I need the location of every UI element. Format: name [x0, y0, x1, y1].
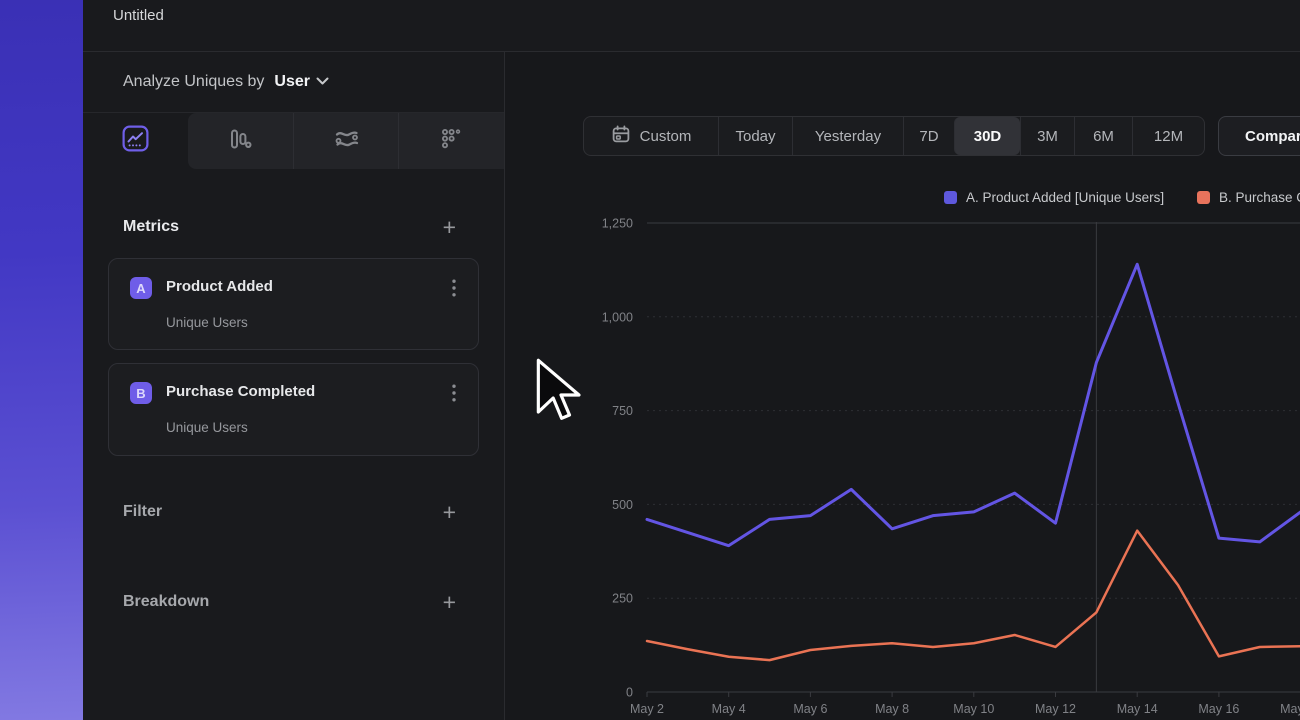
svg-text:1,250: 1,250: [602, 217, 633, 231]
add-breakdown-button[interactable]: +: [443, 592, 456, 612]
metric-badge-a: A: [130, 277, 152, 299]
sidebar: Analyze Uniques by User: [83, 52, 505, 720]
metrics-section-header: Metrics +: [83, 212, 504, 242]
kebab-menu-icon[interactable]: [444, 382, 464, 404]
metric-card-a[interactable]: A Product Added Unique Users: [108, 258, 479, 350]
metric-card-b[interactable]: B Purchase Completed Unique Users: [108, 363, 479, 456]
funnel-bars-icon: [227, 126, 253, 157]
add-metric-button[interactable]: +: [443, 217, 456, 237]
chart-panel: Custom Today Yesterday 7D 30D 3M 6M 12M …: [505, 52, 1300, 720]
svg-text:May 14: May 14: [1117, 702, 1158, 716]
line-chart-icon: [122, 125, 149, 157]
metric-badge-b: B: [130, 382, 152, 404]
metric-subtitle[interactable]: Unique Users: [166, 315, 248, 330]
svg-text:May 2: May 2: [630, 702, 664, 716]
breakdown-section-header: Breakdown +: [83, 587, 504, 617]
svg-text:0: 0: [626, 686, 633, 700]
metrics-heading: Metrics: [123, 218, 179, 236]
chevron-down-icon[interactable]: [316, 73, 329, 91]
filter-section-header: Filter +: [83, 497, 504, 527]
svg-text:250: 250: [612, 592, 633, 606]
analyze-label: Analyze Uniques by: [123, 73, 264, 91]
analyze-header: Analyze Uniques by User: [83, 52, 504, 113]
svg-text:May 6: May 6: [793, 702, 827, 716]
report-title[interactable]: Untitled: [113, 7, 164, 24]
svg-text:750: 750: [612, 404, 633, 418]
background-gradient-strip: [0, 0, 83, 720]
metric-title: Product Added: [166, 278, 273, 295]
svg-text:500: 500: [612, 498, 633, 512]
tab-retention[interactable]: [398, 113, 504, 169]
tab-flows[interactable]: [293, 113, 399, 169]
filter-heading: Filter: [123, 503, 162, 521]
app-window: Untitled Analyze Uniques by User: [83, 0, 1300, 720]
kebab-menu-icon[interactable]: [444, 277, 464, 299]
add-filter-button[interactable]: +: [443, 502, 456, 522]
inactive-tab-strip: [188, 113, 504, 169]
report-type-tabs: [83, 113, 504, 169]
tab-line-chart[interactable]: [83, 113, 188, 169]
titlebar: Untitled: [83, 0, 1300, 52]
svg-text:May 16: May 16: [1198, 702, 1239, 716]
retention-dots-icon: [439, 126, 465, 157]
svg-text:May 4: May 4: [712, 702, 746, 716]
svg-text:May 8: May 8: [875, 702, 909, 716]
breakdown-heading: Breakdown: [123, 593, 209, 611]
metric-subtitle[interactable]: Unique Users: [166, 420, 248, 435]
arrow-cursor-icon: [535, 358, 581, 427]
svg-text:May 18: May 18: [1280, 702, 1300, 716]
svg-text:May 10: May 10: [953, 702, 994, 716]
analyze-entity-dropdown[interactable]: User: [274, 73, 310, 91]
flows-waves-icon: [333, 126, 360, 157]
svg-text:1,000: 1,000: [602, 310, 633, 324]
line-chart[interactable]: 0 250 500 750 1,000 1,250 May 2 May 4 May 6 May 8…: [505, 52, 1300, 720]
tab-funnel[interactable]: [188, 113, 293, 169]
analytics-app: Untitled Analyze Uniques by User: [0, 0, 1300, 720]
svg-text:May 12: May 12: [1035, 702, 1076, 716]
metric-title: Purchase Completed: [166, 383, 315, 400]
